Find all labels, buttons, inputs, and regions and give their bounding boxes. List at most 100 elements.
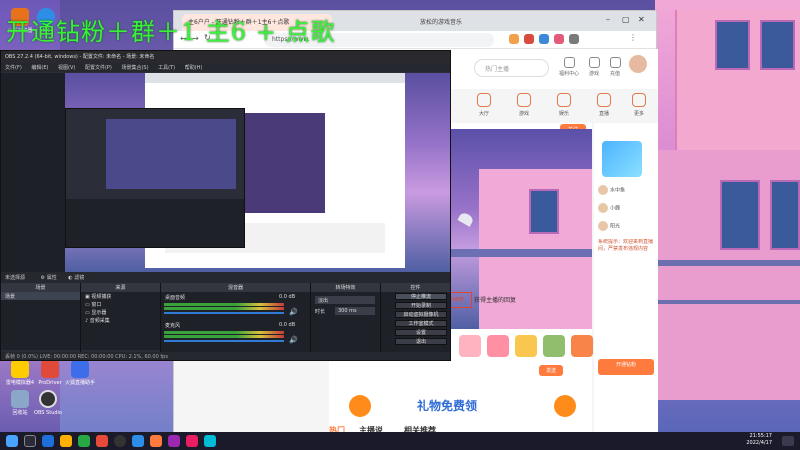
volume-slider[interactable] bbox=[164, 312, 284, 314]
clock-date: 2022/4/17 bbox=[746, 440, 772, 446]
exit-button[interactable]: 退出 bbox=[395, 338, 447, 345]
qq-icon[interactable] bbox=[132, 435, 144, 447]
audio-meter bbox=[164, 331, 284, 334]
dock-title: 控件 bbox=[381, 283, 450, 292]
dock-title: 转场特效 bbox=[311, 283, 380, 292]
wallet-icon bbox=[609, 57, 621, 68]
system-clock[interactable]: 21:55:17 2022/4/17 bbox=[746, 433, 772, 447]
obs-taskbar-icon[interactable] bbox=[114, 435, 126, 447]
source-item[interactable]: ♪ 音频采集 bbox=[81, 316, 160, 324]
maximize-icon[interactable]: ▢ bbox=[622, 15, 630, 24]
system-notice: 系统提示：欢迎来到直播间，严禁发布违规内容 bbox=[598, 239, 654, 252]
gift-castle[interactable] bbox=[571, 335, 593, 357]
desktop-icon-live-helper[interactable]: 火狐直播助手 bbox=[62, 360, 98, 386]
category-game[interactable]: 游戏 bbox=[504, 93, 544, 117]
extension-icon[interactable] bbox=[554, 34, 564, 44]
source-item[interactable]: ▭ 显示器 bbox=[81, 308, 160, 316]
obs-window: OBS 27.2.4 (64-bit, windows) - 配置文件: 未命名… bbox=[0, 50, 451, 361]
audio-meter bbox=[164, 335, 284, 338]
edge-icon[interactable] bbox=[42, 435, 54, 447]
avatar[interactable] bbox=[629, 55, 647, 73]
close-icon[interactable]: ✕ bbox=[638, 15, 645, 24]
browser-tab-second[interactable]: 放松的游戏音乐 bbox=[414, 14, 524, 31]
source-item[interactable]: ▣ 视频捕获 bbox=[81, 292, 160, 300]
extension-icon[interactable] bbox=[539, 34, 549, 44]
start-record-button[interactable]: 开始录制 bbox=[395, 302, 447, 309]
menu-view[interactable]: 视图(V) bbox=[58, 65, 75, 71]
search-icon[interactable] bbox=[24, 435, 36, 447]
menu-tools[interactable]: 工具(T) bbox=[158, 65, 175, 71]
category-more[interactable]: 更多 bbox=[619, 93, 658, 117]
scene-item[interactable]: 场景 bbox=[1, 292, 80, 300]
camera-icon bbox=[597, 93, 611, 107]
coin-icon bbox=[349, 395, 371, 417]
avatar bbox=[598, 185, 608, 195]
hall-icon bbox=[477, 93, 491, 107]
gift-icon bbox=[563, 57, 575, 68]
gift-rocket[interactable] bbox=[543, 335, 565, 357]
source-item[interactable]: ▭ 窗口 bbox=[81, 300, 160, 308]
menu-edit[interactable]: 编辑(E) bbox=[31, 65, 48, 71]
obs-left-pane bbox=[1, 73, 65, 272]
menu-icon[interactable]: ⋮ bbox=[629, 33, 637, 42]
minimize-icon[interactable]: – bbox=[606, 15, 610, 24]
send-button[interactable]: 发送 bbox=[539, 365, 563, 376]
audio-meter bbox=[164, 303, 284, 306]
app-icon[interactable] bbox=[186, 435, 198, 447]
controller-icon bbox=[517, 93, 531, 107]
dock-transitions: 转场特效 淡出 时长 300 ms bbox=[311, 283, 381, 360]
stop-stream-button[interactable]: 停止推流 bbox=[395, 293, 447, 300]
obs-preview[interactable] bbox=[65, 73, 450, 272]
wechat-icon[interactable] bbox=[78, 435, 90, 447]
live-helper-icon bbox=[71, 360, 89, 378]
emulator-icon bbox=[11, 360, 29, 378]
gift-glowstick[interactable] bbox=[459, 335, 481, 357]
start-icon[interactable] bbox=[6, 435, 18, 447]
duration-label: 时长 bbox=[315, 309, 326, 315]
studio-mode-button[interactable]: 工作室模式 bbox=[395, 320, 447, 327]
taskbar: 21:55:17 2022/4/17 bbox=[0, 432, 800, 450]
dock-title: 来源 bbox=[81, 283, 160, 292]
stream-overlay-text: 开通钻粉＋群＋1 主6 + 点歌 bbox=[6, 18, 336, 46]
category-live[interactable]: 直播 bbox=[584, 93, 624, 117]
volume-slider[interactable] bbox=[164, 340, 284, 342]
music-icon[interactable] bbox=[168, 435, 180, 447]
virtual-camera-button[interactable]: 启动虚拟摄像机 bbox=[395, 311, 447, 318]
filters-button[interactable]: ◐ 滤镜 bbox=[68, 275, 84, 281]
game-icon bbox=[588, 57, 600, 68]
duration-input[interactable]: 300 ms bbox=[335, 307, 375, 315]
category-hall[interactable]: 大厅 bbox=[464, 93, 504, 117]
menu-file[interactable]: 文件(F) bbox=[5, 65, 22, 71]
search-input[interactable]: 热门主播 bbox=[474, 59, 549, 77]
browser-taskbar-icon[interactable] bbox=[150, 435, 162, 447]
track-db: 0.0 dB bbox=[279, 322, 296, 328]
properties-button[interactable]: ⚙ 属性 bbox=[41, 275, 57, 281]
extension-icon[interactable] bbox=[569, 34, 579, 44]
gift-confess[interactable] bbox=[515, 335, 537, 357]
category-entertainment[interactable]: 娱乐 bbox=[544, 93, 584, 117]
right-sidebar: 水中鱼 小鹿 阳光 系统提示：欢迎来到直播间，严禁发布违规内容 开通钻粉 bbox=[594, 123, 658, 433]
speaker-icon[interactable]: 🔊 bbox=[289, 336, 298, 344]
speaker-icon[interactable]: 🔊 bbox=[289, 308, 298, 316]
menu-profile[interactable]: 配置文件(P) bbox=[85, 65, 112, 71]
chat-row: 水中鱼 bbox=[598, 185, 654, 199]
folder-icon[interactable] bbox=[60, 435, 72, 447]
gift-heart[interactable] bbox=[487, 335, 509, 357]
nav-recharge[interactable]: 充值 bbox=[602, 57, 628, 77]
menu-help[interactable]: 帮助(H) bbox=[185, 65, 203, 71]
award-button[interactable]: 开通钻粉 bbox=[598, 359, 654, 375]
extension-icon[interactable] bbox=[524, 34, 534, 44]
chat-row: 阳光 bbox=[598, 221, 654, 235]
lamp-icon bbox=[457, 211, 475, 227]
app-icon[interactable] bbox=[96, 435, 108, 447]
badge-image bbox=[602, 141, 642, 177]
extension-icon[interactable] bbox=[509, 34, 519, 44]
recycle-bin-icon bbox=[11, 390, 29, 408]
settings-button[interactable]: 设置 bbox=[395, 329, 447, 336]
avatar bbox=[598, 203, 608, 213]
menu-scene-collection[interactable]: 场景集合(S) bbox=[121, 65, 148, 71]
desktop-icon-obs[interactable]: OBS Studio bbox=[30, 390, 66, 416]
notification-icon[interactable] bbox=[782, 436, 794, 446]
transition-select[interactable]: 淡出 bbox=[315, 296, 375, 304]
app-icon[interactable] bbox=[204, 435, 216, 447]
